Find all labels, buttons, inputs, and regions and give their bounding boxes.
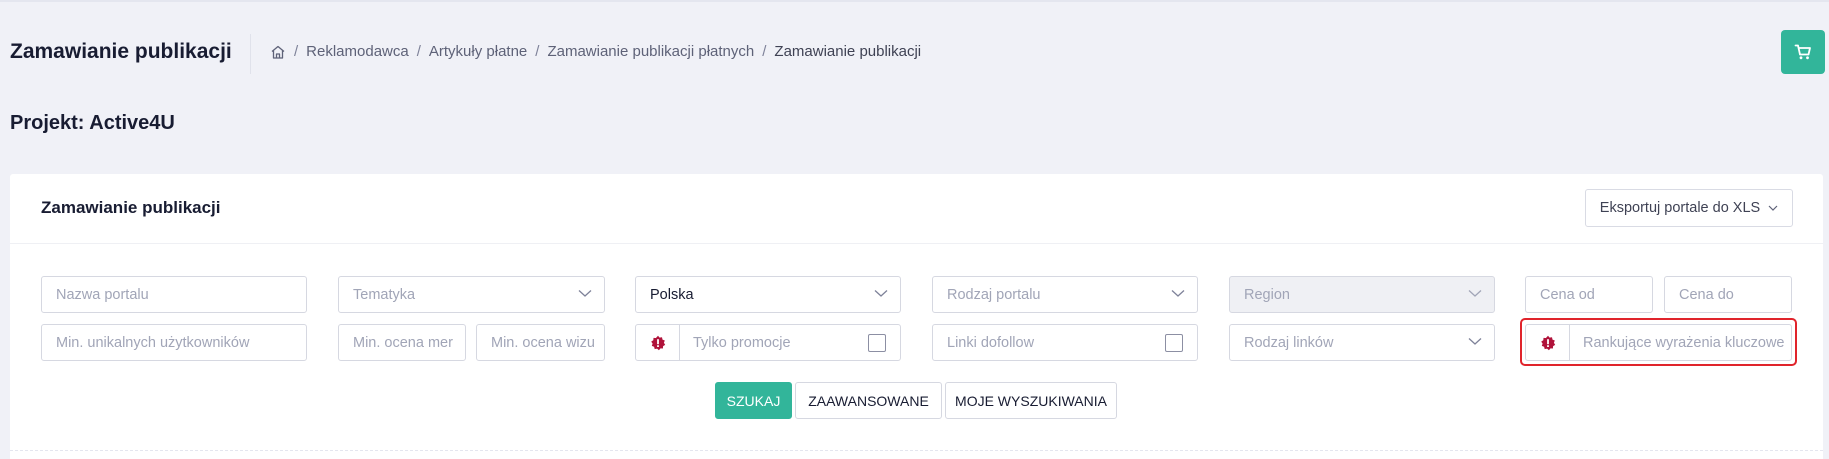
promo-only-label: Tylko promocje: [693, 334, 791, 351]
portal-name-placeholder: Nazwa portalu: [56, 286, 149, 303]
chevron-down-icon: [578, 290, 592, 297]
min-visual-input[interactable]: Min. ocena wizu: [476, 324, 605, 361]
section-divider: [10, 450, 1823, 451]
promo-only-toggle[interactable]: Tylko promocje: [635, 324, 901, 361]
breadcrumb-item[interactable]: Reklamodawca: [306, 43, 409, 60]
chevron-down-icon: [1768, 205, 1778, 211]
export-xls-button[interactable]: Eksportuj portale do XLS: [1585, 189, 1793, 227]
breadcrumb-current: Zamawianie publikacji: [774, 43, 922, 60]
topic-placeholder: Tematyka: [353, 286, 416, 303]
card-header: Zamawianie publikacji Eksportuj portale …: [10, 174, 1823, 244]
price-from-input[interactable]: Cena od: [1525, 276, 1653, 313]
search-label: SZUKAJ: [726, 392, 781, 409]
country-value: Polska: [650, 286, 694, 303]
min-users-input[interactable]: Min. unikalnych użytkowników: [41, 324, 307, 361]
link-type-placeholder: Rodzaj linków: [1244, 334, 1334, 351]
region-placeholder: Region: [1244, 286, 1290, 303]
breadcrumb-item[interactable]: Artykuły płatne: [429, 43, 527, 60]
portal-name-input[interactable]: Nazwa portalu: [41, 276, 307, 313]
alert-badge-icon: [636, 325, 680, 360]
advanced-label: ZAAWANSOWANE: [808, 392, 929, 409]
breadcrumb: / Reklamodawca / Artykuły płatne / Zamaw…: [270, 43, 921, 60]
price-to-input[interactable]: Cena do: [1664, 276, 1792, 313]
cart-icon: [1794, 44, 1811, 60]
top-divider: [0, 0, 1829, 2]
chevron-down-icon: [1171, 290, 1185, 297]
export-label: Eksportuj portale do XLS: [1599, 200, 1761, 216]
dofollow-toggle[interactable]: Linki dofollow: [932, 324, 1198, 361]
link-type-select[interactable]: Rodzaj linków: [1229, 324, 1495, 361]
portal-type-select[interactable]: Rodzaj portalu: [932, 276, 1198, 313]
home-icon[interactable]: [270, 44, 286, 60]
dofollow-label: Linki dofollow: [947, 334, 1035, 351]
my-searches-label: MOJE WYSZUKIWANIA: [955, 392, 1107, 409]
chevron-down-icon: [1468, 338, 1482, 345]
min-merit-placeholder: Min. ocena mer: [353, 334, 453, 351]
cart-button[interactable]: [1781, 30, 1825, 74]
min-merit-input[interactable]: Min. ocena mer: [338, 324, 466, 361]
region-select: Region: [1229, 276, 1495, 313]
project-title: Projekt: Active4U: [10, 112, 175, 134]
page-title: Zamawianie publikacji: [10, 40, 232, 63]
promo-only-checkbox[interactable]: [868, 334, 886, 352]
breadcrumb-item[interactable]: Zamawianie publikacji płatnych: [547, 43, 754, 60]
dofollow-checkbox[interactable]: [1165, 334, 1183, 352]
min-visual-placeholder: Min. ocena wizu: [491, 334, 595, 351]
header-divider: [250, 34, 251, 74]
price-from-placeholder: Cena od: [1540, 286, 1595, 303]
keywords-highlight: [1520, 318, 1797, 366]
page-header: Zamawianie publikacji / Reklamodawca / A…: [0, 30, 1829, 76]
chevron-down-icon: [874, 290, 888, 297]
card-title: Zamawianie publikacji: [41, 198, 221, 217]
my-searches-button[interactable]: MOJE WYSZUKIWANIA: [945, 382, 1117, 419]
country-select[interactable]: Polska: [635, 276, 901, 313]
min-users-placeholder: Min. unikalnych użytkowników: [56, 334, 250, 351]
chevron-down-icon: [1468, 290, 1482, 297]
advanced-button[interactable]: ZAAWANSOWANE: [795, 382, 942, 419]
topic-select[interactable]: Tematyka: [338, 276, 605, 313]
portal-type-placeholder: Rodzaj portalu: [947, 286, 1041, 303]
search-button[interactable]: SZUKAJ: [715, 382, 792, 419]
price-to-placeholder: Cena do: [1679, 286, 1734, 303]
